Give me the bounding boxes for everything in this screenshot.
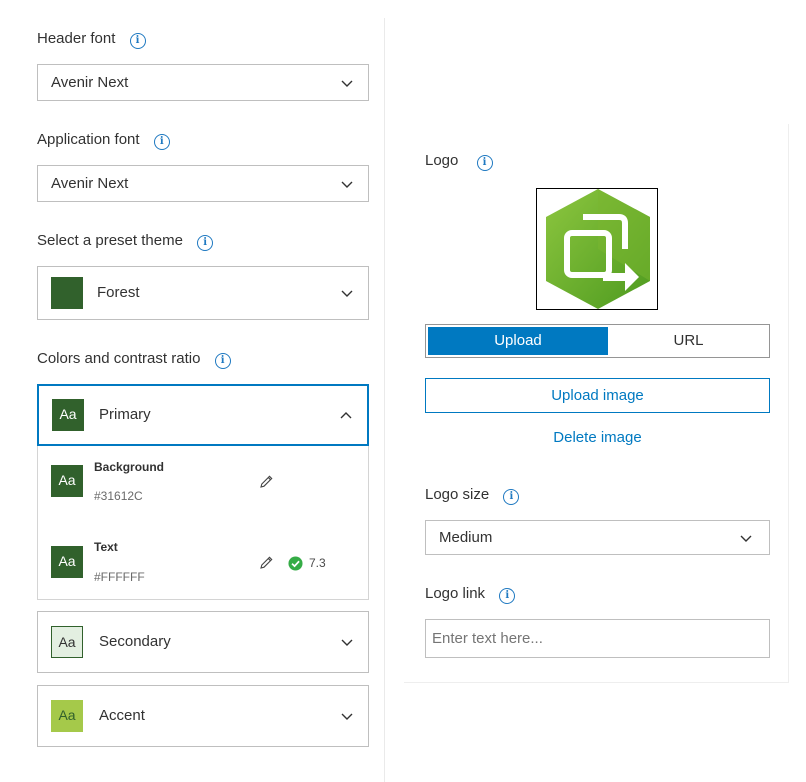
logo-label: Logo i: [425, 152, 493, 171]
header-font-value: Avenir Next: [51, 74, 129, 91]
info-icon[interactable]: i: [129, 33, 146, 49]
chevron-down-icon: [740, 535, 752, 542]
column-divider: [384, 18, 385, 782]
colors-label-text: Colors and contrast ratio: [37, 350, 201, 367]
preset-theme-value: Forest: [97, 284, 140, 301]
header-font-label-text: Header font: [37, 30, 116, 47]
secondary-swatch: Aa: [51, 626, 83, 658]
preset-theme-label: Select a preset theme i: [37, 232, 214, 251]
info-icon[interactable]: i: [503, 489, 520, 505]
accent-swatch: Aa: [51, 700, 83, 732]
chevron-down-icon: [341, 181, 353, 188]
chevron-down-icon: [341, 80, 353, 87]
text-title: Text: [94, 540, 118, 554]
info-icon[interactable]: i: [214, 353, 231, 369]
logo-size-select[interactable]: Medium: [425, 520, 770, 555]
accent-color-group[interactable]: Aa Accent: [37, 685, 369, 747]
tab-upload[interactable]: Upload: [428, 327, 608, 355]
logo-link-input[interactable]: [425, 619, 770, 658]
primary-label: Primary: [99, 406, 151, 423]
preset-theme-select[interactable]: Forest: [37, 266, 369, 320]
secondary-label: Secondary: [99, 633, 171, 650]
chevron-down-icon: [341, 713, 353, 720]
logo-hexagon-icon: [546, 189, 650, 309]
logo-size-label-text: Logo size: [425, 486, 490, 503]
application-font-label: Application font i: [37, 131, 170, 150]
contrast-ratio: 7.3: [309, 556, 326, 570]
text-swatch: Aa: [51, 546, 83, 578]
info-icon[interactable]: i: [197, 235, 214, 251]
tab-url[interactable]: URL: [608, 327, 769, 355]
header-font-select[interactable]: Avenir Next: [37, 64, 369, 101]
check-circle-icon: [288, 556, 303, 571]
chevron-up-icon: [340, 412, 352, 419]
preset-theme-label-text: Select a preset theme: [37, 232, 183, 249]
pencil-icon[interactable]: [258, 474, 274, 490]
chevron-down-icon: [341, 639, 353, 646]
upload-image-button[interactable]: Upload image: [425, 378, 770, 413]
text-hex: #FFFFFF: [94, 570, 145, 584]
info-icon[interactable]: i: [476, 155, 493, 171]
primary-swatch: Aa: [52, 399, 84, 431]
accent-label: Accent: [99, 707, 145, 724]
primary-header[interactable]: Aa Primary: [37, 384, 369, 446]
header-font-label: Header font i: [37, 30, 146, 49]
application-font-label-text: Application font: [37, 131, 140, 148]
pencil-icon[interactable]: [258, 555, 274, 571]
secondary-color-group[interactable]: Aa Secondary: [37, 611, 369, 673]
application-font-value: Avenir Next: [51, 175, 129, 192]
logo-label-text: Logo: [425, 152, 459, 169]
delete-image-link[interactable]: Delete image: [425, 429, 770, 446]
background-title: Background: [94, 460, 165, 474]
logo-link-label: Logo link i: [425, 585, 516, 604]
application-font-select[interactable]: Avenir Next: [37, 165, 369, 202]
chevron-down-icon: [341, 290, 353, 297]
theme-swatch: [51, 277, 83, 309]
logo-size-label: Logo size i: [425, 486, 520, 505]
logo-source-tabs: Upload URL: [425, 324, 770, 358]
logo-size-value: Medium: [439, 529, 493, 546]
logo-link-label-text: Logo link: [425, 585, 486, 602]
background-swatch: Aa: [51, 465, 83, 497]
info-icon[interactable]: i: [153, 134, 170, 150]
info-icon[interactable]: i: [499, 588, 516, 604]
logo-preview: [536, 188, 658, 310]
colors-label: Colors and contrast ratio i: [37, 350, 231, 369]
background-hex: #31612C: [94, 489, 143, 503]
